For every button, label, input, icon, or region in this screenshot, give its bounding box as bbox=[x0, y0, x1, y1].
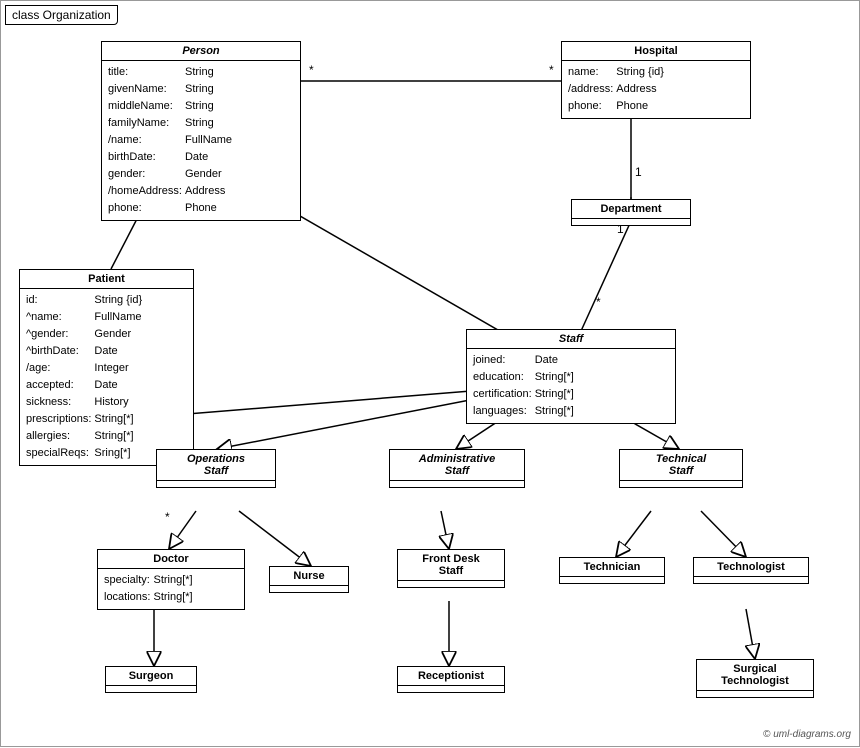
surgical-technologist-body bbox=[697, 691, 813, 697]
doctor-body: specialty:String[*] locations:String[*] bbox=[98, 569, 244, 609]
technical-staff-class: TechnicalStaff bbox=[619, 449, 743, 488]
svg-text:*: * bbox=[309, 63, 314, 77]
patient-class: Patient id:String {id} ^name:FullName ^g… bbox=[19, 269, 194, 466]
department-body bbox=[572, 219, 690, 225]
surgeon-class: Surgeon bbox=[105, 666, 197, 693]
technical-staff-title: TechnicalStaff bbox=[620, 450, 742, 481]
svg-text:*: * bbox=[549, 63, 554, 77]
nurse-title: Nurse bbox=[270, 567, 348, 586]
front-desk-staff-title: Front DeskStaff bbox=[398, 550, 504, 581]
technologist-title: Technologist bbox=[694, 558, 808, 577]
patient-title: Patient bbox=[20, 270, 193, 289]
diagram-title: class Organization bbox=[5, 5, 118, 25]
technologist-class: Technologist bbox=[693, 557, 809, 584]
front-desk-staff-body bbox=[398, 581, 504, 587]
diagram-container: class Organization bbox=[0, 0, 860, 747]
svg-text:*: * bbox=[596, 295, 601, 309]
svg-text:*: * bbox=[165, 510, 170, 524]
hospital-title: Hospital bbox=[562, 42, 750, 61]
operations-staff-class: OperationsStaff bbox=[156, 449, 276, 488]
operations-staff-title: OperationsStaff bbox=[157, 450, 275, 481]
technologist-body bbox=[694, 577, 808, 583]
staff-class: Staff joined:Date education:String[*] ce… bbox=[466, 329, 676, 424]
nurse-class: Nurse bbox=[269, 566, 349, 593]
receptionist-class: Receptionist bbox=[397, 666, 505, 693]
technician-class: Technician bbox=[559, 557, 665, 584]
staff-body: joined:Date education:String[*] certific… bbox=[467, 349, 675, 423]
person-title: Person bbox=[102, 42, 300, 61]
technician-title: Technician bbox=[560, 558, 664, 577]
doctor-title: Doctor bbox=[98, 550, 244, 569]
surgeon-title: Surgeon bbox=[106, 667, 196, 686]
surgical-technologist-title: SurgicalTechnologist bbox=[697, 660, 813, 691]
surgeon-body bbox=[106, 686, 196, 692]
technician-body bbox=[560, 577, 664, 583]
copyright: © uml-diagrams.org bbox=[763, 729, 851, 740]
department-title: Department bbox=[572, 200, 690, 219]
front-desk-staff-class: Front DeskStaff bbox=[397, 549, 505, 588]
staff-title: Staff bbox=[467, 330, 675, 349]
administrative-staff-body bbox=[390, 481, 524, 487]
svg-text:1: 1 bbox=[635, 165, 642, 179]
person-body: title:String givenName:String middleName… bbox=[102, 61, 300, 220]
doctor-class: Doctor specialty:String[*] locations:Str… bbox=[97, 549, 245, 610]
receptionist-title: Receptionist bbox=[398, 667, 504, 686]
technical-staff-body bbox=[620, 481, 742, 487]
person-class: Person title:String givenName:String mid… bbox=[101, 41, 301, 221]
administrative-staff-class: AdministrativeStaff bbox=[389, 449, 525, 488]
department-class: Department bbox=[571, 199, 691, 226]
hospital-class: Hospital name:String {id} /address:Addre… bbox=[561, 41, 751, 119]
operations-staff-body bbox=[157, 481, 275, 487]
patient-body: id:String {id} ^name:FullName ^gender:Ge… bbox=[20, 289, 193, 465]
hospital-body: name:String {id} /address:Address phone:… bbox=[562, 61, 750, 118]
surgical-technologist-class: SurgicalTechnologist bbox=[696, 659, 814, 698]
nurse-body bbox=[270, 586, 348, 592]
receptionist-body bbox=[398, 686, 504, 692]
administrative-staff-title: AdministrativeStaff bbox=[390, 450, 524, 481]
